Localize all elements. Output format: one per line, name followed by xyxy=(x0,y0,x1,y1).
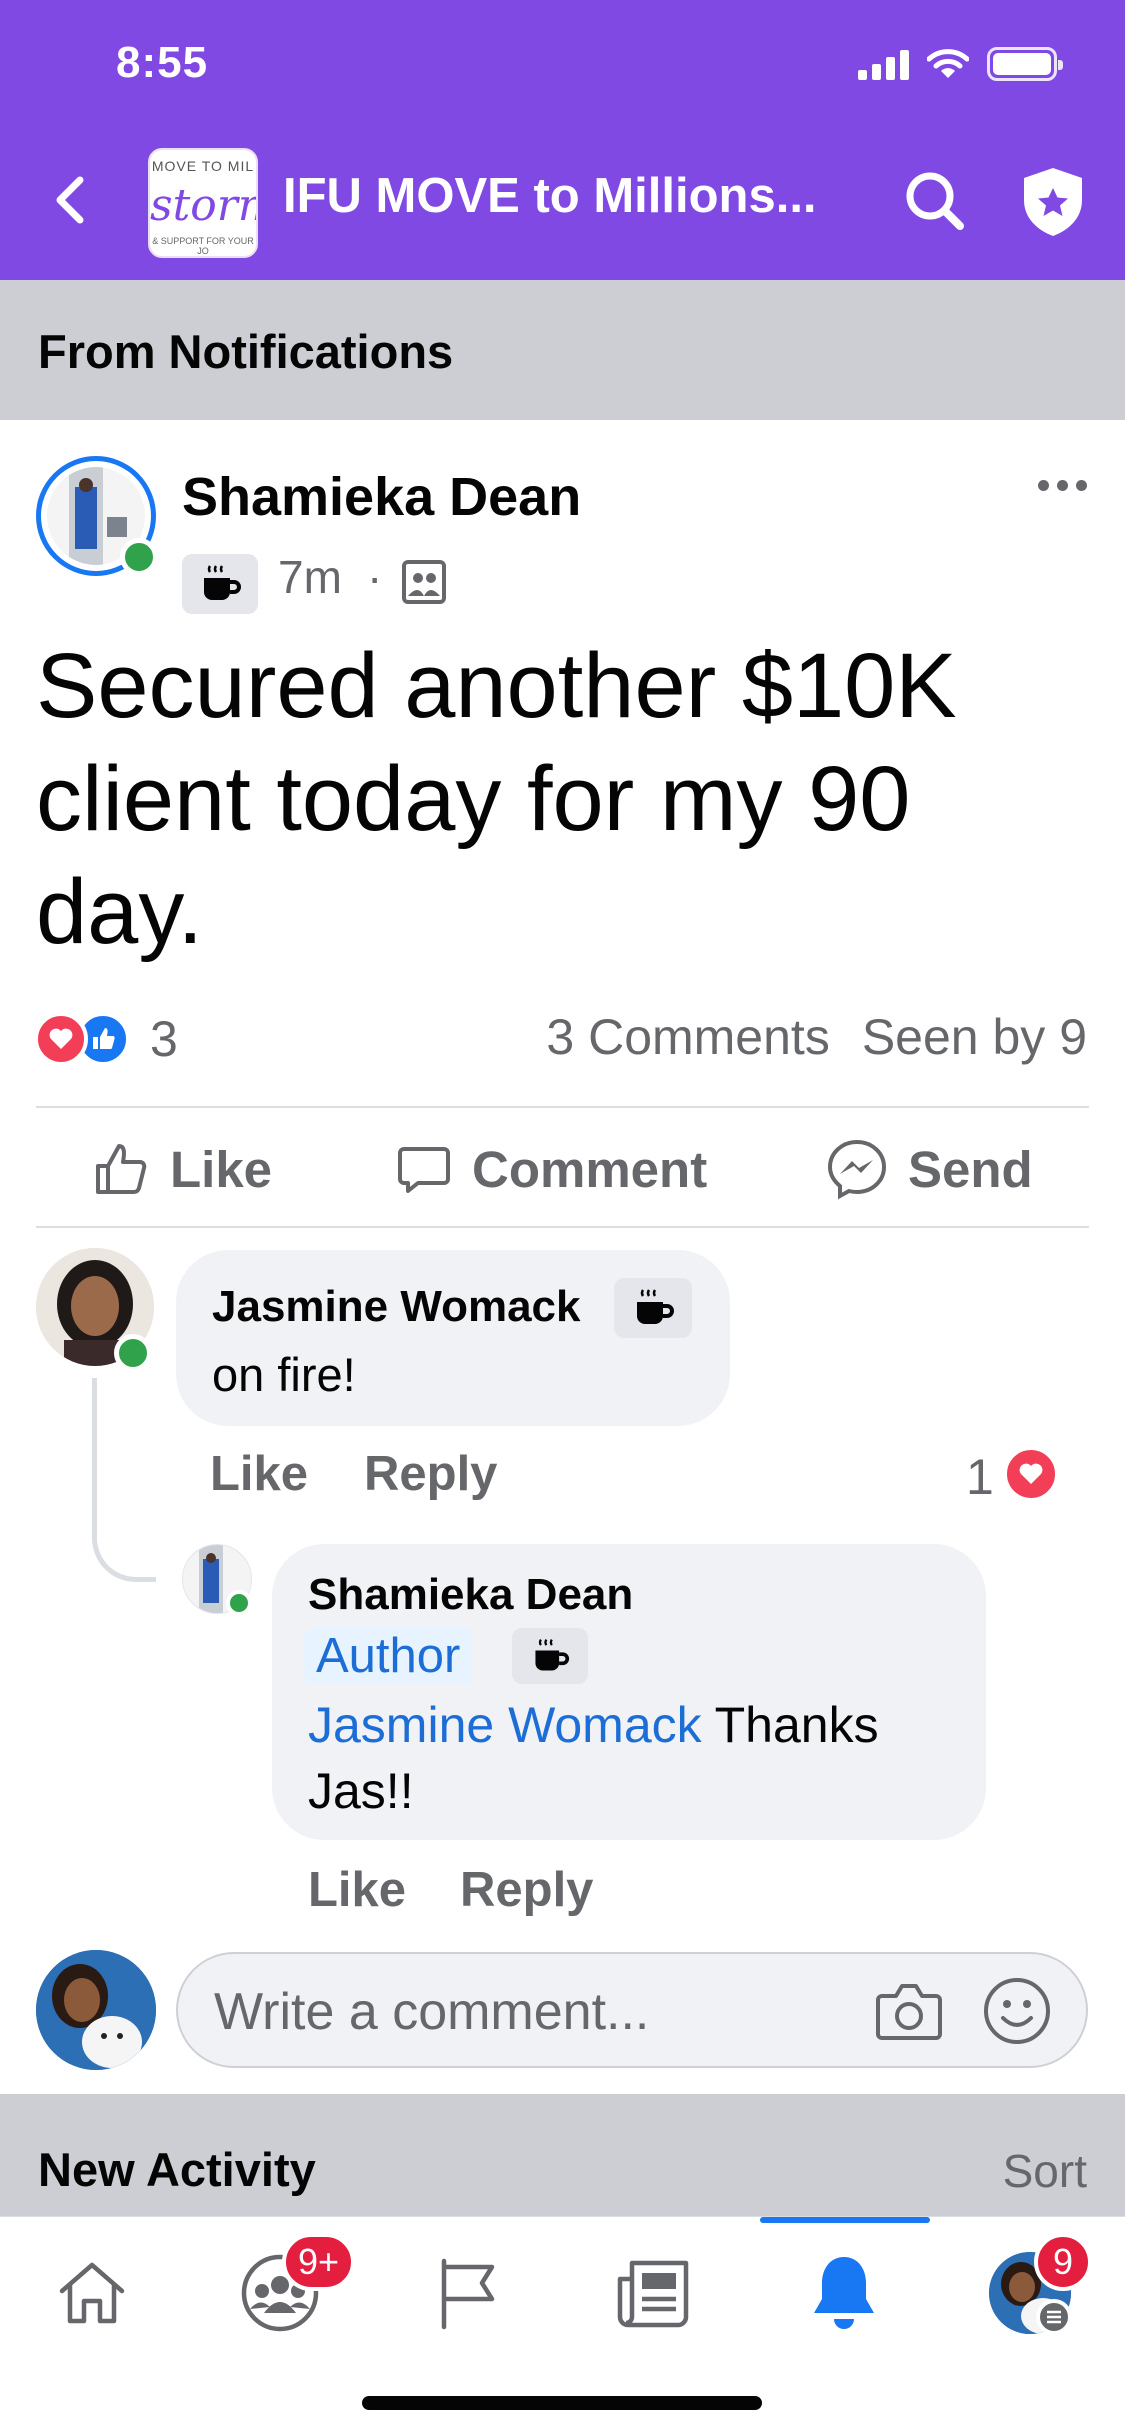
send-button[interactable]: Send xyxy=(826,1136,1033,1202)
status-time: 8:55 xyxy=(116,38,209,87)
divider xyxy=(36,1226,1089,1228)
home-indicator[interactable] xyxy=(362,2396,762,2410)
newspaper-icon xyxy=(617,2260,689,2328)
post-stats: 3 Comments Seen by 9 xyxy=(546,1008,1087,1066)
wifi-icon xyxy=(927,49,969,78)
reaction-summary[interactable]: 3 xyxy=(34,1010,178,1068)
comment-author-name[interactable]: Jasmine Womack xyxy=(212,1282,580,1332)
comments-count[interactable]: 3 Comments xyxy=(546,1009,829,1065)
groups-badge: 9+ xyxy=(282,2233,356,2291)
more-options-icon[interactable] xyxy=(1038,470,1094,500)
meta-separator: · xyxy=(367,551,383,603)
messenger-icon xyxy=(827,1139,887,1200)
coffee-cup-icon[interactable] xyxy=(512,1628,588,1684)
reply-bubble[interactable]: Shamieka Dean Author Jasmine Womack Than… xyxy=(272,1544,986,1840)
online-status-dot xyxy=(120,538,158,576)
thumbs-up-icon xyxy=(96,1144,147,1194)
current-user-avatar[interactable] xyxy=(36,1950,156,2070)
post-author-name[interactable]: Shamieka Dean xyxy=(182,466,581,528)
reply-reply-button[interactable]: Reply xyxy=(460,1862,593,1918)
new-activity-title: New Activity xyxy=(38,2143,316,2196)
comment-label: Comment xyxy=(472,1140,708,1198)
online-status-dot xyxy=(226,1590,252,1616)
reply-text-line2: Jas!! xyxy=(308,1763,414,1819)
bell-icon xyxy=(814,2257,874,2329)
comment-composer[interactable]: Write a comment... xyxy=(176,1952,1088,2068)
tab-news[interactable] xyxy=(604,2243,704,2343)
app-header: 8:55 MOVE TO MIL storm & SUPPORT FOR YOU… xyxy=(0,0,1125,280)
menu-badge: 9 xyxy=(1034,2233,1092,2291)
group-title[interactable]: IFU MOVE to Millions... xyxy=(283,168,817,224)
mention-link[interactable]: Jasmine Womack xyxy=(308,1697,702,1753)
source-bar: From Notifications xyxy=(0,280,1125,420)
sort-button[interactable]: Sort xyxy=(1003,2144,1087,2198)
admin-shield-icon[interactable] xyxy=(1018,164,1088,240)
camera-icon[interactable] xyxy=(874,1978,944,2044)
send-label: Send xyxy=(908,1140,1033,1198)
comment-reaction-count[interactable]: 1 xyxy=(966,1448,994,1506)
tab-pages[interactable] xyxy=(418,2243,518,2343)
love-reaction-icon[interactable] xyxy=(1003,1446,1059,1502)
post-text: Secured another $10K client today for my… xyxy=(36,635,957,963)
like-button[interactable]: Like xyxy=(92,1136,272,1202)
comment-bubble-icon xyxy=(398,1147,450,1193)
love-reaction-icon xyxy=(34,1012,88,1066)
reply-text-rest: Thanks xyxy=(701,1697,879,1753)
battery-icon xyxy=(987,47,1063,81)
menu-hamburger-icon xyxy=(1036,2299,1072,2335)
comment-text: on fire! xyxy=(212,1348,356,1401)
reply-like-button[interactable]: Like xyxy=(308,1862,406,1918)
comment-bubble[interactable]: Jasmine Womack on fire! xyxy=(176,1250,730,1426)
comment-reply-button[interactable]: Reply xyxy=(364,1446,497,1502)
divider xyxy=(36,1106,1089,1108)
post-timestamp[interactable]: 7m xyxy=(278,550,342,604)
seen-by-count[interactable]: Seen by 9 xyxy=(862,1009,1087,1065)
tab-notifications[interactable] xyxy=(794,2243,894,2343)
source-label: From Notifications xyxy=(38,325,454,378)
home-icon xyxy=(59,2262,125,2324)
coffee-cup-icon[interactable] xyxy=(614,1278,692,1338)
thread-connector xyxy=(92,1378,156,1582)
reply-author-name[interactable]: Shamieka Dean xyxy=(308,1570,633,1620)
reply-text: Jasmine Womack Thanks Jas!! xyxy=(308,1692,968,1824)
comment-button[interactable]: Comment xyxy=(396,1136,707,1202)
composer-placeholder[interactable]: Write a comment... xyxy=(214,1982,649,2042)
search-icon[interactable] xyxy=(900,166,970,236)
comment-like-button[interactable]: Like xyxy=(210,1446,308,1502)
new-activity-bar: New Activity xyxy=(0,2094,1125,2216)
group-audience-icon xyxy=(402,560,446,604)
author-badge: Author xyxy=(304,1628,473,1684)
coffee-cup-icon[interactable] xyxy=(182,554,258,614)
tab-home[interactable] xyxy=(42,2243,142,2343)
back-chevron-icon[interactable] xyxy=(44,168,100,232)
group-logo[interactable]: MOVE TO MIL storm & SUPPORT FOR YOUR JO xyxy=(148,148,258,258)
emoji-icon[interactable] xyxy=(982,1976,1052,2046)
online-status-dot xyxy=(114,1334,152,1372)
status-icons xyxy=(858,44,1063,84)
active-tab-indicator xyxy=(760,2217,930,2223)
flag-icon xyxy=(441,2258,495,2330)
like-label: Like xyxy=(170,1140,273,1198)
cellular-signal-icon xyxy=(858,48,909,80)
reaction-count: 3 xyxy=(150,1011,178,1067)
